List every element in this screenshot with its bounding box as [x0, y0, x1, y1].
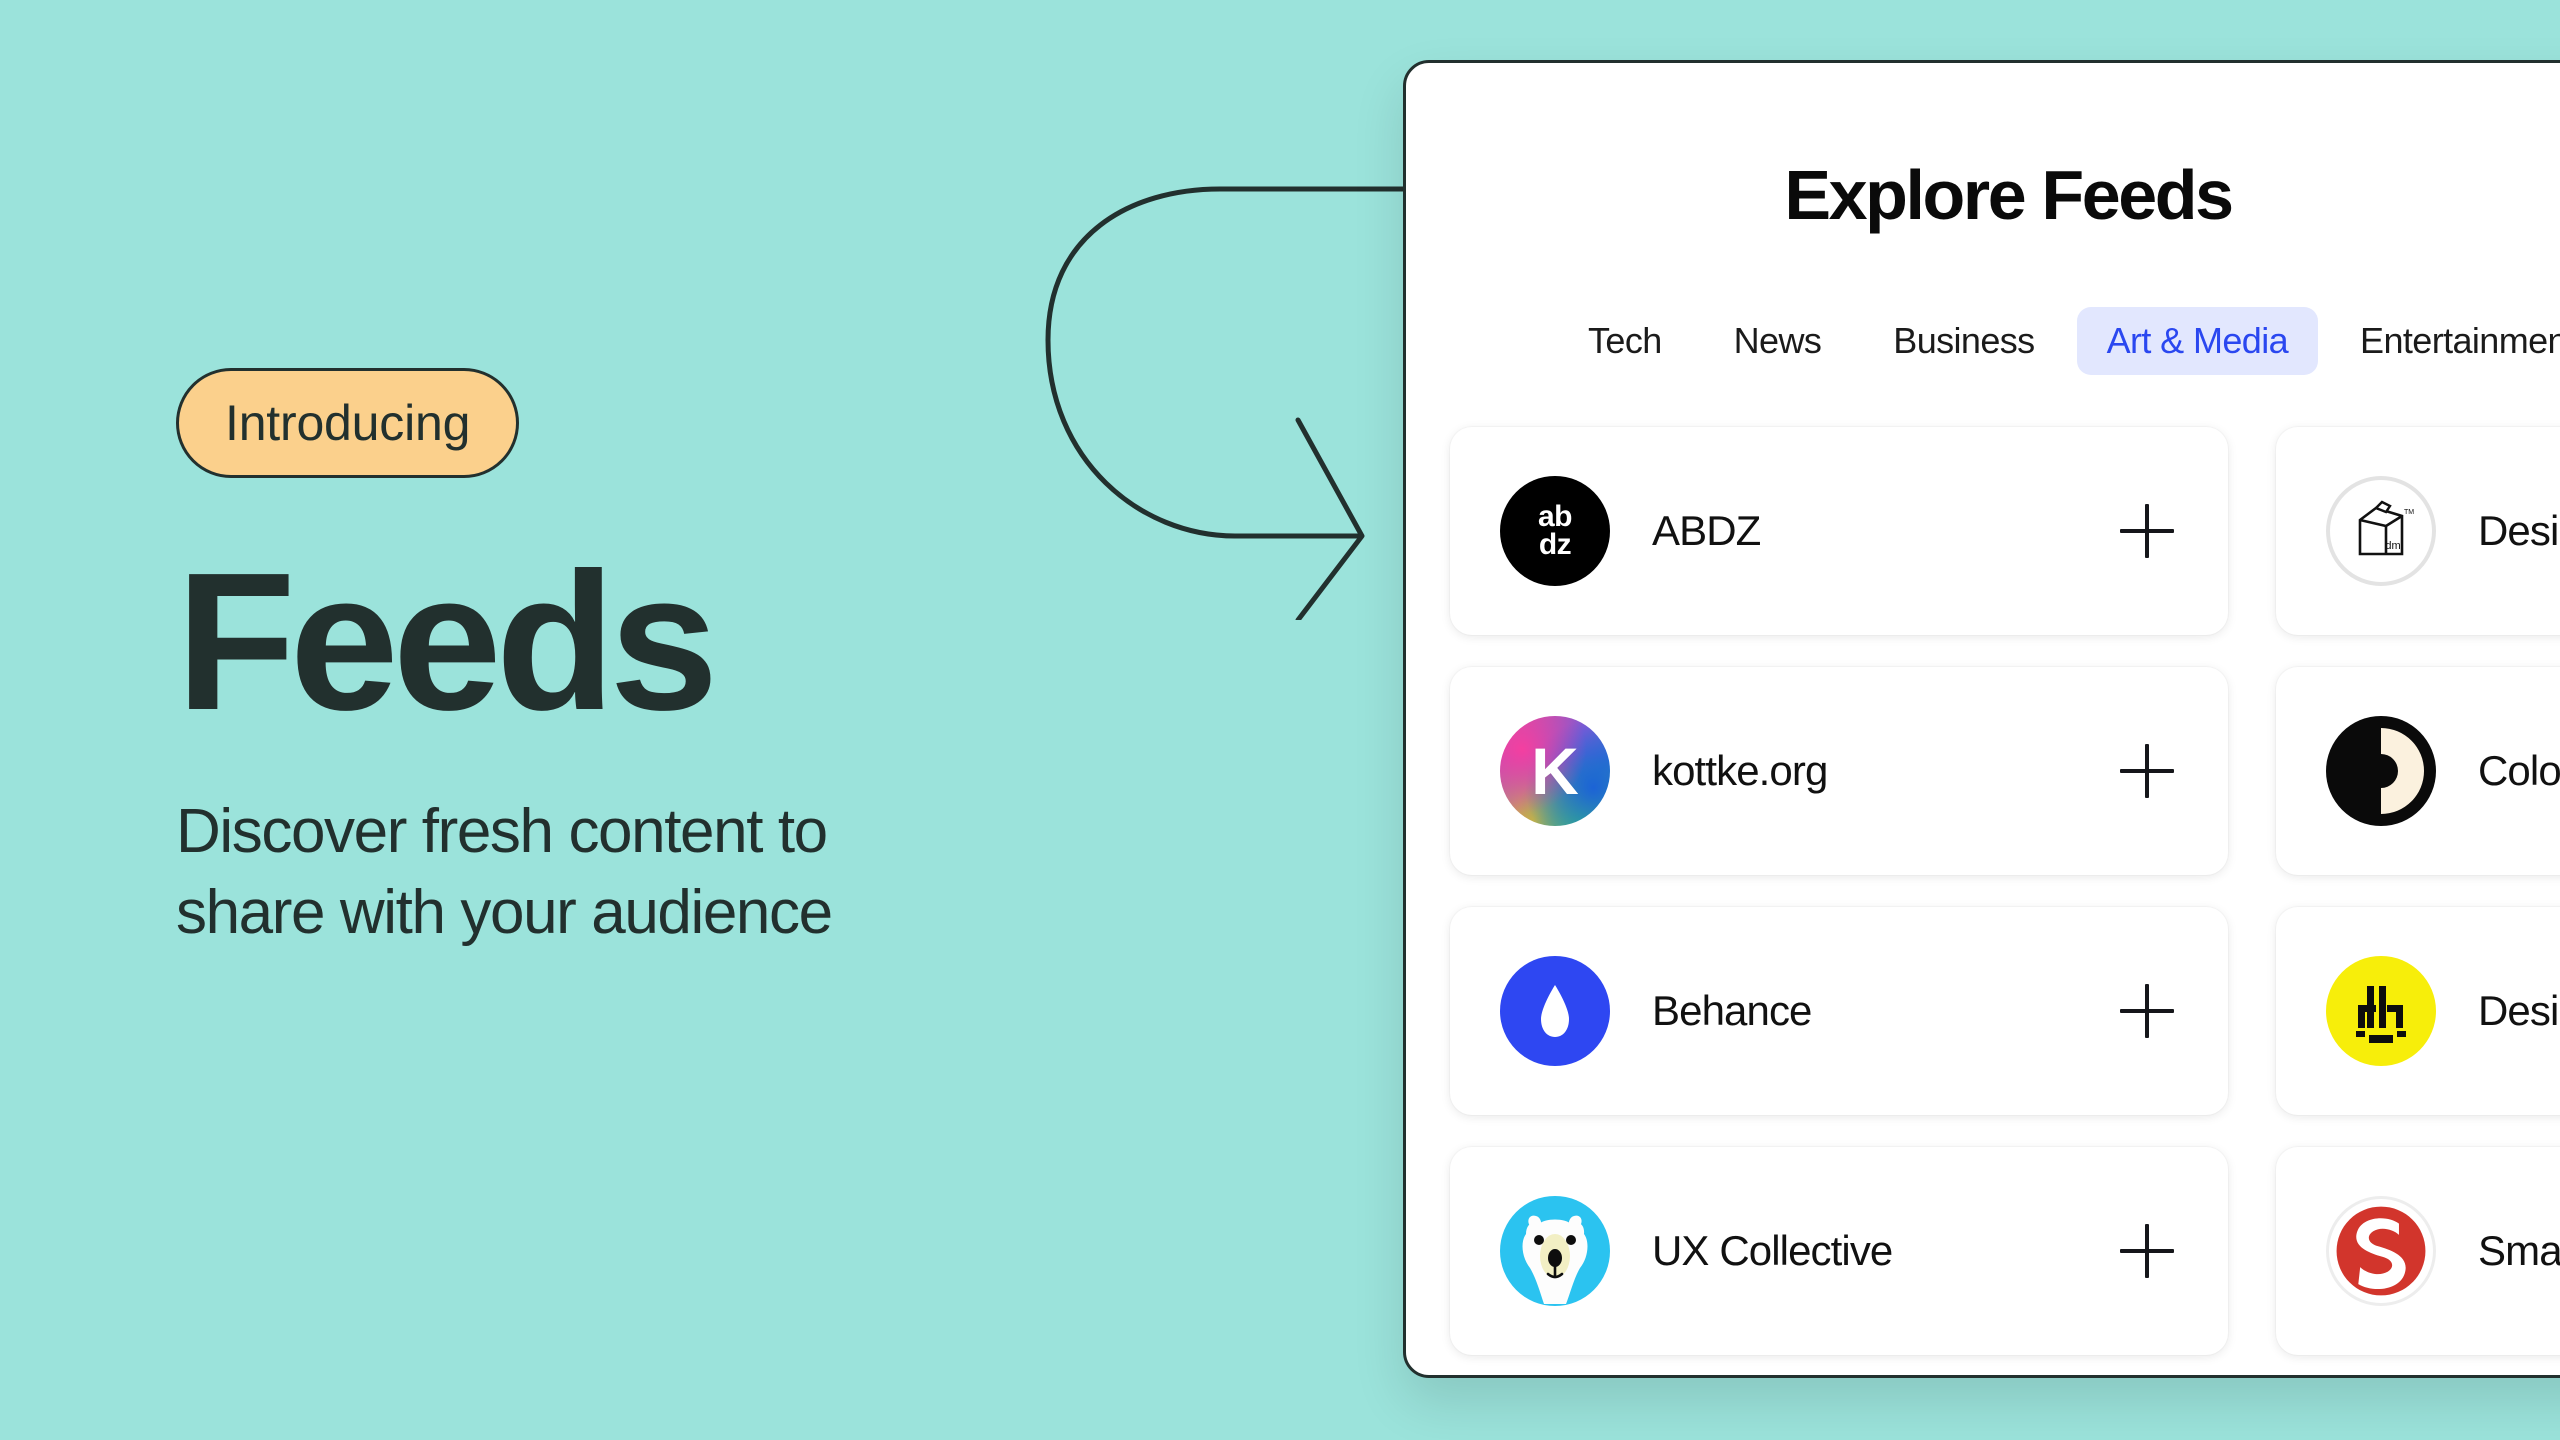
introducing-badge: Introducing [176, 368, 520, 478]
panel-title: Explore Feeds [1784, 156, 2234, 234]
colossal-c-icon [2381, 728, 2425, 814]
tab-news[interactable]: News [1704, 307, 1852, 375]
kottke-logo-text: K [1531, 734, 1579, 808]
svg-text:TM: TM [2404, 509, 2414, 516]
designboom-logo [2326, 956, 2436, 1066]
tab-entertainment[interactable]: Entertainment [2330, 307, 2560, 375]
polar-bear-icon [1522, 1215, 1588, 1304]
abdz-logo-text: ab dz [1537, 499, 1573, 561]
tab-art-and-media[interactable]: Art & Media [2076, 307, 2319, 375]
colossal-logo [2326, 716, 2436, 826]
feed-name: Smashing Magazine [2478, 1227, 2560, 1274]
feed-card-abdz[interactable]: ab dz ABDZ [1450, 427, 2228, 635]
feed-name: kottke.org [1652, 747, 1828, 794]
smashing-logo [2326, 1196, 2436, 1306]
svg-text:dm: dm [2385, 540, 2400, 552]
designboom-db-icon [2356, 986, 2406, 1043]
explore-feeds-panel: Explore Feeds Tech News Business Art & M… [1403, 60, 2560, 1378]
behance-droplet-icon [1541, 985, 1569, 1037]
add-feed-button[interactable] [2120, 1224, 2174, 1278]
design-milk-logo: dm TM [2326, 476, 2436, 586]
add-feed-button[interactable] [2120, 984, 2174, 1038]
page-title: Feeds [176, 532, 718, 751]
kottke-logo: K [1500, 716, 1610, 826]
abdz-logo: ab dz [1500, 476, 1610, 586]
category-tabs: Tech News Business Art & Media Entertain… [1406, 307, 2560, 375]
add-feed-button[interactable] [2120, 744, 2174, 798]
feed-name: Design Milk [2478, 507, 2560, 554]
feed-card-kottke[interactable]: K kottke.org [1450, 667, 2228, 875]
behance-logo [1500, 956, 1610, 1066]
tab-tech[interactable]: Tech [1558, 307, 1692, 375]
hero-subtitle-line-2: share with your audience [176, 877, 833, 947]
feed-name: Behance [1652, 987, 1812, 1034]
feed-name: ABDZ [1652, 507, 1761, 554]
feed-card-smashing[interactable]: Smashing Magazine [2276, 1147, 2560, 1355]
feed-card-behance[interactable]: Behance [1450, 907, 2228, 1115]
milk-carton-icon: dm TM [2358, 500, 2414, 556]
feed-card-ux-collective[interactable]: UX Collective [1450, 1147, 2228, 1355]
feed-card-colossal[interactable]: Colossal [2276, 667, 2560, 875]
feed-card-design-boom[interactable]: Design Boom [2276, 907, 2560, 1115]
feed-name: Colossal [2478, 747, 2560, 794]
feed-card-design-milk[interactable]: dm TM Design Milk [2276, 427, 2560, 635]
hero-section: Introducing Feeds Discover fresh content… [176, 368, 1226, 954]
feed-name: UX Collective [1652, 1227, 1893, 1274]
tab-business[interactable]: Business [1863, 307, 2064, 375]
smashing-s-icon [2336, 1206, 2426, 1296]
ux-collective-logo [1500, 1196, 1610, 1306]
add-feed-button[interactable] [2120, 504, 2174, 558]
hero-subtitle-line-1: Discover fresh content to [176, 797, 828, 867]
feed-name: Design Boom [2478, 987, 2560, 1034]
hero-subtitle: Discover fresh content to share with you… [176, 792, 1176, 953]
feed-card-grid: abdz ABDZ dm TM Design Milk [1406, 427, 2560, 1355]
